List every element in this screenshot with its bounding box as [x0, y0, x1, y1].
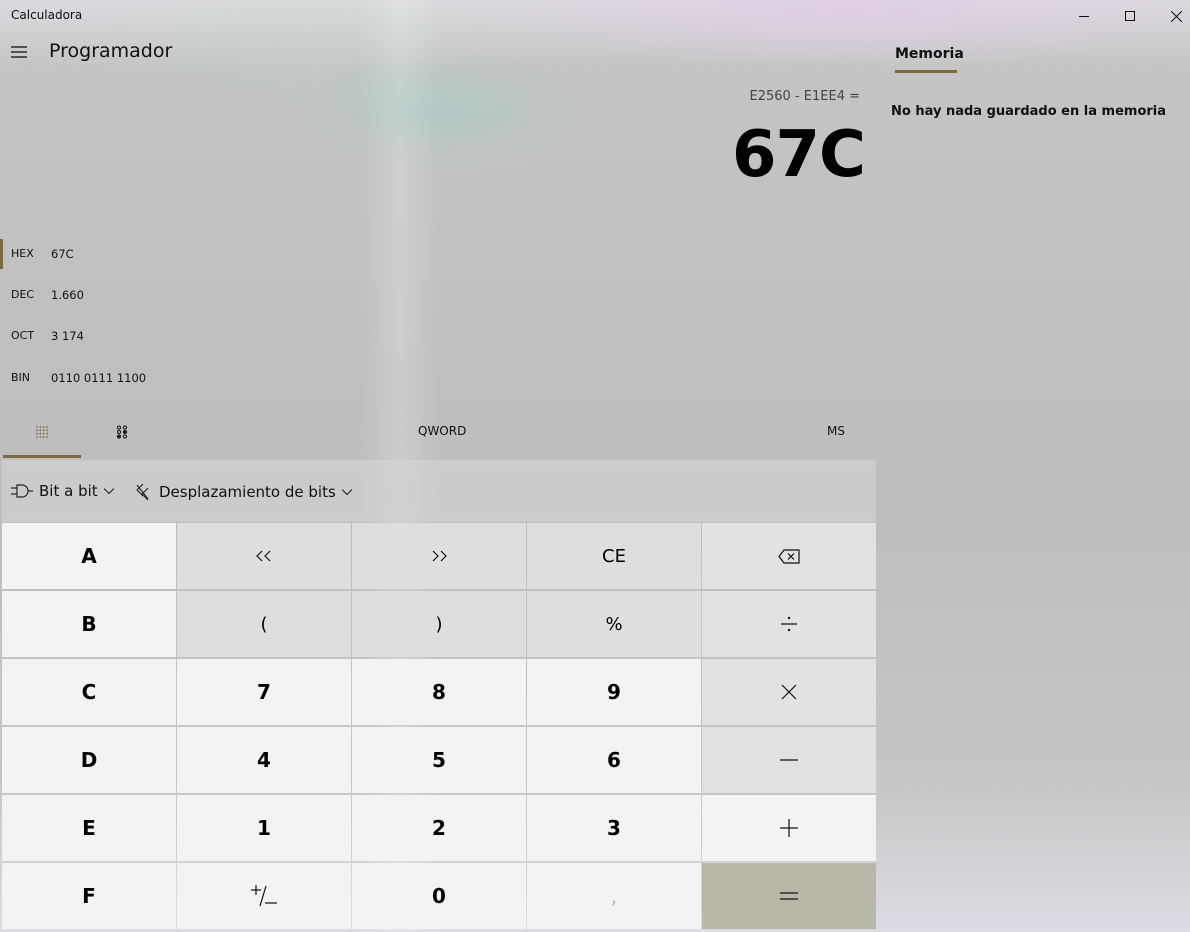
memory-empty-message: No hay nada guardado en la memoria — [891, 104, 1167, 119]
logic-gate-icon — [11, 484, 33, 498]
hex-b-button[interactable]: B — [2, 591, 176, 657]
radix-oct[interactable]: OCT 3 174 — [0, 321, 200, 351]
title-bar: Calculadora — [0, 0, 1190, 32]
open-paren-button[interactable]: ( — [177, 591, 351, 657]
digit-8-button[interactable]: 8 — [352, 659, 526, 725]
radix-label: DEC — [11, 288, 35, 301]
app-title: Calculadora — [11, 8, 83, 22]
radix-value: 1.660 — [51, 288, 84, 302]
backspace-icon — [778, 548, 800, 564]
keypad-grid-icon — [36, 426, 48, 438]
digit-4-button[interactable]: 4 — [177, 727, 351, 793]
left-shift-icon — [256, 550, 271, 562]
navigation-menu-button[interactable] — [3, 36, 35, 68]
radix-hex[interactable]: HEX 67C — [0, 239, 200, 269]
bit-operations-bar: Bit a bit Desplazamiento de bits — [2, 460, 876, 522]
close-paren-button[interactable]: ) — [352, 591, 526, 657]
result-display: 67C — [731, 118, 866, 192]
expression-display: E2560 - E1EE4 = — [749, 89, 860, 104]
divide-button[interactable] — [702, 591, 876, 657]
divide-icon — [781, 616, 797, 632]
decimal-button[interactable]: , — [527, 863, 701, 929]
radix-label: OCT — [11, 329, 35, 342]
hex-c-button[interactable]: C — [2, 659, 176, 725]
chevron-down-icon — [341, 489, 352, 495]
hamburger-icon — [11, 46, 27, 58]
bitwise-dropdown[interactable]: Bit a bit — [11, 482, 114, 500]
digit-5-button[interactable]: 5 — [352, 727, 526, 793]
equals-button[interactable] — [702, 863, 876, 929]
keypad: A CE B ( ) % C 7 8 9 D 4 5 6 E 1 2 3 F 0… — [2, 523, 876, 929]
maximize-button[interactable] — [1107, 0, 1153, 32]
digit-1-button[interactable]: 1 — [177, 795, 351, 861]
digit-6-button[interactable]: 6 — [527, 727, 701, 793]
digit-7-button[interactable]: 7 — [177, 659, 351, 725]
mode-title: Programador — [49, 40, 173, 62]
active-tab-underline — [3, 455, 81, 458]
bitshift-dropdown[interactable]: Desplazamiento de bits — [133, 482, 352, 502]
equals-icon — [780, 892, 798, 900]
word-size-button[interactable]: QWORD — [418, 424, 466, 438]
bitwise-label: Bit a bit — [39, 482, 98, 500]
negate-button[interactable] — [177, 863, 351, 929]
hex-e-button[interactable]: E — [2, 795, 176, 861]
bitshift-label: Desplazamiento de bits — [159, 483, 336, 501]
right-shift-icon — [432, 550, 447, 562]
radix-dec[interactable]: DEC 1.660 — [0, 280, 200, 310]
chevron-down-icon — [103, 488, 114, 494]
digit-2-button[interactable]: 2 — [352, 795, 526, 861]
minimize-button[interactable] — [1061, 0, 1107, 32]
digit-9-button[interactable]: 9 — [527, 659, 701, 725]
clear-entry-button[interactable]: CE — [527, 523, 701, 589]
memory-tab[interactable]: Memoria — [895, 46, 964, 62]
bit-toggle-keypad-tab[interactable] — [83, 410, 161, 454]
percent-button[interactable]: % — [527, 591, 701, 657]
right-shift-button[interactable] — [352, 523, 526, 589]
close-button[interactable] — [1153, 0, 1190, 32]
hex-f-button[interactable]: F — [2, 863, 176, 929]
bit-toggle-icon — [116, 425, 128, 439]
radix-value: 3 174 — [51, 329, 84, 343]
digit-0-button[interactable]: 0 — [352, 863, 526, 929]
bit-shift-icon — [136, 483, 149, 501]
plus-icon — [780, 819, 798, 837]
radix-label: BIN — [11, 371, 31, 384]
close-icon — [1170, 10, 1182, 22]
multiply-button[interactable] — [702, 659, 876, 725]
maximize-icon — [1125, 11, 1135, 21]
hex-a-button[interactable]: A — [2, 523, 176, 589]
subtract-button[interactable] — [702, 727, 876, 793]
backspace-button[interactable] — [702, 523, 876, 589]
radix-value: 67C — [51, 247, 74, 261]
minus-icon — [780, 759, 798, 761]
radix-selected-indicator — [0, 239, 3, 269]
radix-bin[interactable]: BIN 0110 0111 1100 — [0, 363, 200, 393]
radix-value: 0110 0111 1100 — [51, 371, 147, 385]
multiply-icon — [781, 684, 797, 700]
add-button[interactable] — [702, 795, 876, 861]
radix-label: HEX — [11, 247, 34, 260]
minimize-icon — [1079, 16, 1089, 17]
digit-3-button[interactable]: 3 — [527, 795, 701, 861]
hex-d-button[interactable]: D — [2, 727, 176, 793]
memory-tab-underline — [895, 70, 957, 73]
left-shift-button[interactable] — [177, 523, 351, 589]
memory-store-button[interactable]: MS — [827, 424, 845, 438]
plus-minus-icon — [251, 885, 277, 907]
full-keypad-tab[interactable] — [3, 410, 81, 454]
